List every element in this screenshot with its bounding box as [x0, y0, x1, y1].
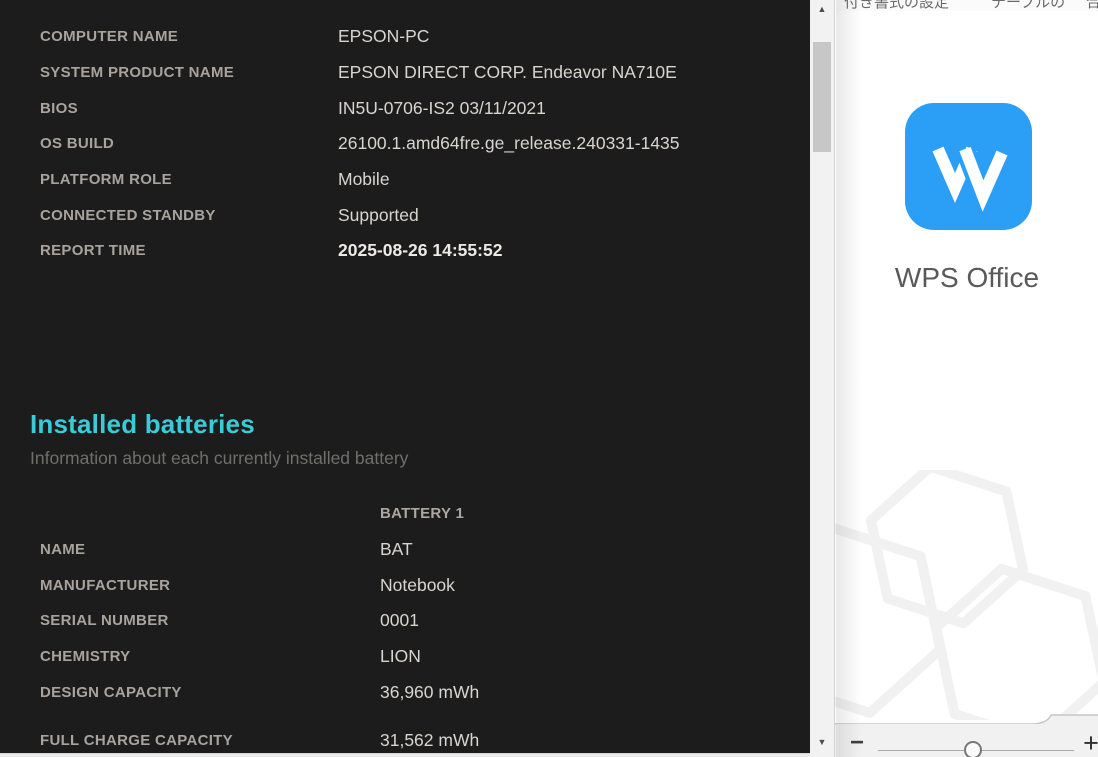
row-label: DESIGN CAPACITY	[40, 683, 182, 701]
wps-office-window: 付き書式の設定 テーブルの 合 WPS Office	[834, 0, 1098, 757]
battery-report-page: COMPUTER NAME EPSON-PC SYSTEM PRODUCT NA…	[0, 0, 810, 753]
row-value: 2025-08-26 14:55:52	[338, 240, 503, 261]
row-value: 36,960 mWh	[380, 681, 480, 702]
row-value: Mobile	[338, 169, 390, 190]
row-value: IN5U-0706-IS2 03/11/2021	[338, 97, 546, 118]
row-value: BAT	[380, 539, 413, 560]
row-label: MANUFACTURER	[40, 576, 171, 594]
vertical-scrollbar[interactable]: ▲ ▼	[810, 0, 834, 757]
row-value: LION	[380, 646, 421, 667]
zoom-out-icon[interactable]: −	[848, 731, 866, 755]
wps-app-name: WPS Office	[894, 262, 1040, 293]
row-value: 31,562 mWh	[380, 730, 480, 751]
browser-window-bottom-edge	[0, 753, 810, 757]
zoom-slider-handle[interactable]	[964, 741, 982, 757]
table-row: SYSTEM PRODUCT NAME EPSON DIRECT CORP. E…	[40, 55, 800, 91]
row-label: COMPUTER NAME	[40, 28, 179, 46]
menu-item-fragment[interactable]: 合	[1086, 0, 1098, 11]
row-label: REPORT TIME	[40, 242, 146, 260]
row-label: NAME	[40, 541, 86, 559]
row-label: CONNECTED STANDBY	[40, 206, 216, 224]
row-value: EPSON DIRECT CORP. Endeavor NA710E	[338, 62, 677, 83]
table-row: FULL CHARGE CAPACITY 31,562 mWh	[40, 723, 800, 753]
table-row: NAME BAT	[40, 532, 800, 568]
row-label: PLATFORM ROLE	[40, 171, 172, 189]
zoom-in-icon[interactable]: +	[1082, 730, 1098, 757]
hexagon-watermark	[835, 461, 1098, 747]
scroll-up-icon[interactable]: ▲	[810, 2, 834, 16]
scrollbar-thumb[interactable]	[813, 42, 831, 152]
row-label: SYSTEM PRODUCT NAME	[40, 64, 235, 82]
section-title-installed-batteries: Installed batteries	[30, 409, 255, 439]
table-row: CHEMISTRY LION	[40, 639, 800, 675]
scroll-down-icon[interactable]: ▼	[810, 735, 834, 749]
table-row: DESIGN CAPACITY 36,960 mWh	[40, 674, 800, 710]
menu-item-conditional-format[interactable]: 付き書式の設定	[844, 0, 949, 11]
column-header-battery-1: BATTERY 1	[380, 505, 465, 523]
screen: COMPUTER NAME EPSON-PC SYSTEM PRODUCT NA…	[0, 0, 1098, 757]
system-info-table: COMPUTER NAME EPSON-PC SYSTEM PRODUCT NA…	[40, 19, 800, 269]
row-value: 0001	[380, 610, 419, 631]
row-value: 26100.1.amd64fre.ge_release.240331-1435	[338, 133, 680, 154]
menu-item-table[interactable]: テーブルの	[991, 0, 1065, 11]
row-label: SERIAL NUMBER	[40, 612, 169, 630]
table-row: COMPUTER NAME EPSON-PC	[40, 19, 800, 55]
installed-batteries-table: BATTERY 1 NAME BAT MANUFACTURER Notebook…	[40, 496, 800, 753]
table-header-row: BATTERY 1	[40, 496, 800, 532]
table-row: CONNECTED STANDBY Supported	[40, 197, 800, 233]
wps-logo-icon	[905, 103, 1032, 230]
row-value: Supported	[338, 204, 419, 225]
row-value: EPSON-PC	[338, 26, 430, 47]
table-row: BIOS IN5U-0706-IS2 03/11/2021	[40, 90, 800, 126]
row-label: FULL CHARGE CAPACITY	[40, 732, 233, 750]
table-row: MANUFACTURER Notebook	[40, 567, 800, 603]
row-label: OS BUILD	[40, 135, 115, 153]
row-label: CHEMISTRY	[40, 648, 131, 666]
row-value: Notebook	[380, 574, 455, 595]
table-row: OS BUILD 26100.1.amd64fre.ge_release.240…	[40, 126, 800, 162]
table-row: PLATFORM ROLE Mobile	[40, 162, 800, 198]
wps-toolbar-clipped: 付き書式の設定 テーブルの 合	[836, 0, 1098, 11]
row-label: BIOS	[40, 99, 78, 117]
section-subtitle: Information about each currently install…	[30, 448, 409, 468]
table-row-report-time: REPORT TIME 2025-08-26 14:55:52	[40, 233, 800, 269]
wps-status-bar: − +	[836, 724, 1098, 757]
table-row: SERIAL NUMBER 0001	[40, 603, 800, 639]
window-drop-shadow	[836, 0, 862, 757]
